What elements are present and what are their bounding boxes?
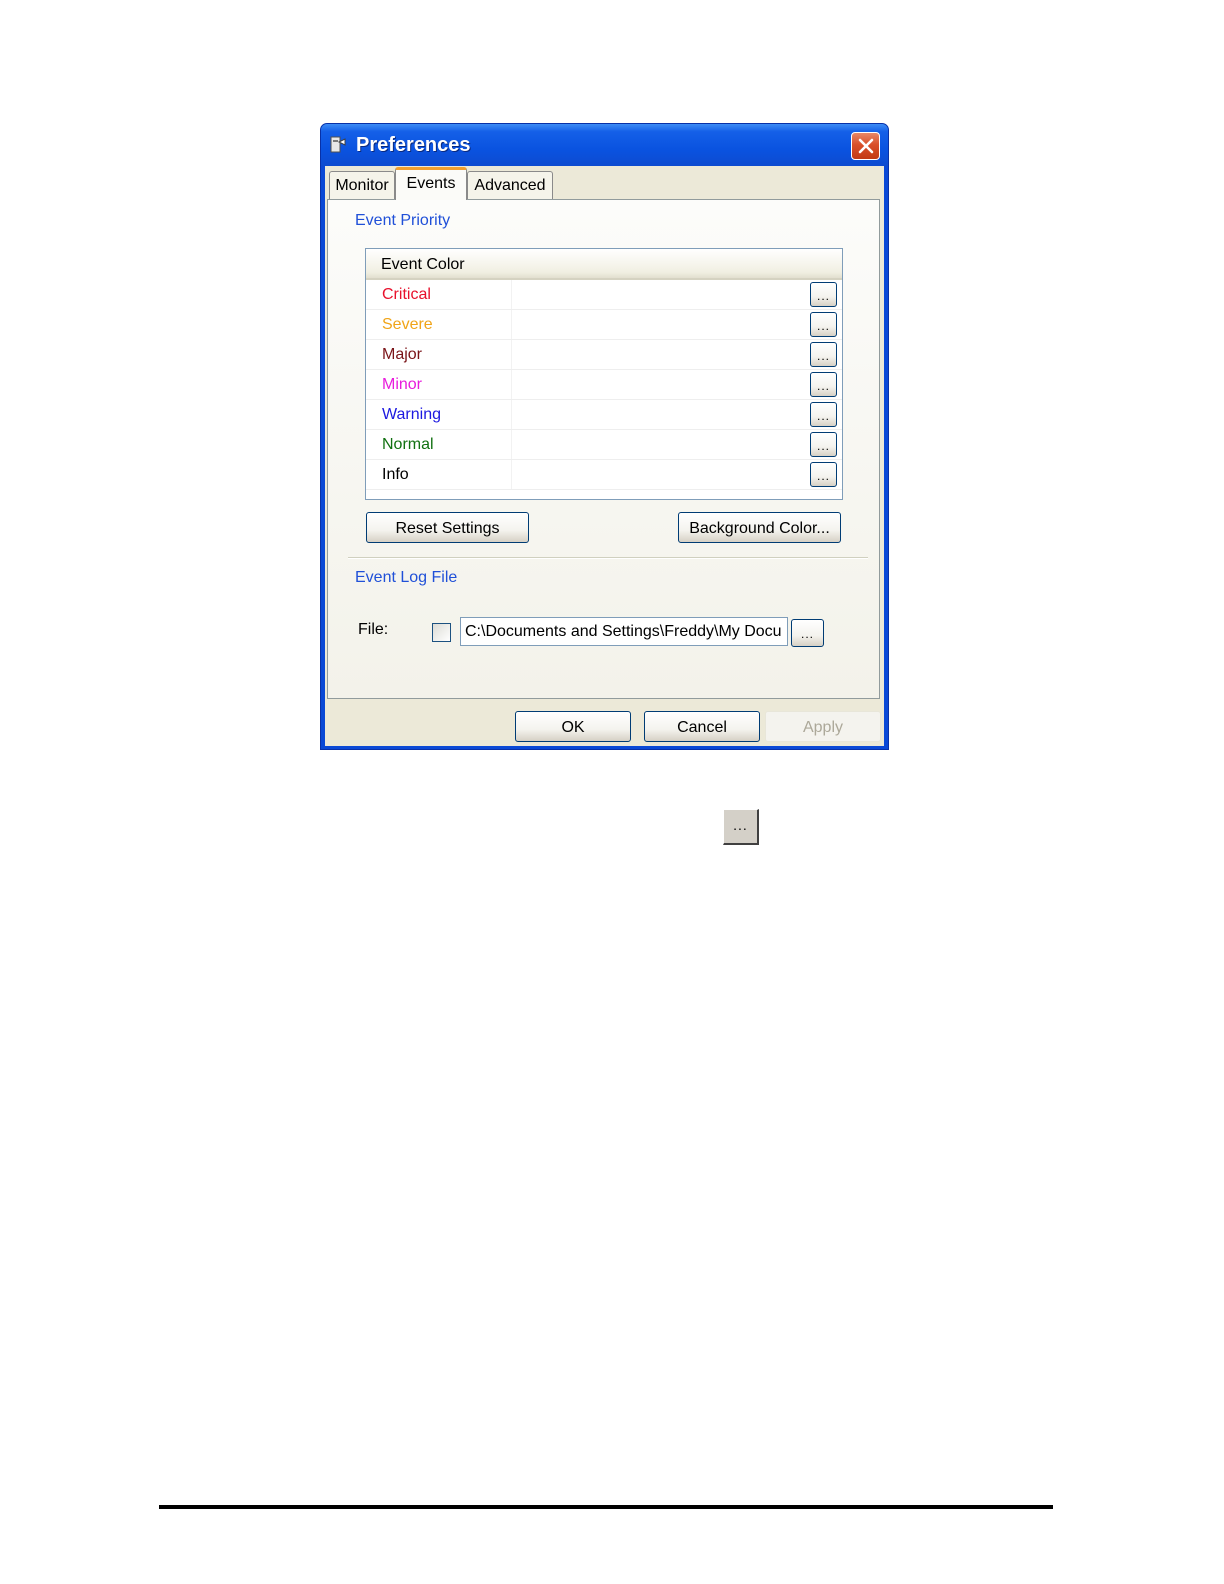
row-column-separator [511, 430, 512, 459]
event-row-warning[interactable]: Warning... [366, 400, 842, 430]
choose-color-button-major[interactable]: ... [810, 342, 837, 367]
choose-color-button-minor[interactable]: ... [810, 372, 837, 397]
event-row-minor[interactable]: Minor... [366, 370, 842, 400]
browse-log-file-button[interactable]: ... [791, 619, 824, 647]
row-column-separator [511, 310, 512, 339]
list-column-header[interactable]: Event Color [366, 249, 842, 280]
event-row-severe[interactable]: Severe... [366, 310, 842, 340]
title-bar[interactable]: Preferences [321, 124, 888, 166]
log-file-checkbox[interactable] [432, 623, 451, 642]
background-color-button[interactable]: Background Color... [678, 512, 841, 543]
preferences-app-icon [330, 136, 346, 153]
event-name: Severe [382, 316, 433, 333]
footer-rule [159, 1505, 1053, 1509]
close-icon [858, 138, 874, 154]
event-name: Warning [382, 406, 441, 423]
row-column-separator [511, 280, 512, 309]
event-name: Normal [382, 436, 434, 453]
row-column-separator [511, 460, 512, 489]
row-column-separator [511, 400, 512, 429]
choose-color-button-warning[interactable]: ... [810, 402, 837, 427]
event-name: Minor [382, 376, 423, 393]
event-name: Major [382, 346, 423, 363]
choose-color-button-info[interactable]: ... [810, 462, 837, 487]
file-label: File: [358, 621, 389, 638]
event-priority-label: Event Priority [355, 212, 451, 229]
event-name: Info [382, 466, 409, 483]
document-page: Preferences Monitor Events Advanced Even… [0, 0, 1224, 1584]
dialog-client-area: Monitor Events Advanced Event Priority E… [325, 166, 884, 746]
choose-color-button-normal[interactable]: ... [810, 432, 837, 457]
row-column-separator [511, 370, 512, 399]
reset-settings-button[interactable]: Reset Settings [366, 512, 529, 543]
log-file-path-input[interactable]: C:\Documents and Settings\Freddy\My Docu [460, 617, 788, 646]
tab-monitor[interactable]: Monitor [329, 171, 395, 199]
close-button[interactable] [851, 132, 880, 160]
events-tab-panel: Event Priority Event Color Critical... Se… [327, 199, 880, 699]
cancel-button[interactable]: Cancel [644, 711, 760, 742]
preferences-dialog: Preferences Monitor Events Advanced Even… [320, 123, 889, 750]
event-row-normal[interactable]: Normal... [366, 430, 842, 460]
event-name: Critical [382, 286, 431, 303]
ellipsis-button-example[interactable]: ... [723, 809, 759, 845]
column-header-event-color: Event Color [381, 256, 465, 273]
apply-button[interactable]: Apply [765, 711, 881, 742]
event-row-critical[interactable]: Critical... [366, 280, 842, 310]
choose-color-button-critical[interactable]: ... [810, 282, 837, 307]
tab-advanced[interactable]: Advanced [467, 171, 553, 199]
event-row-major[interactable]: Major... [366, 340, 842, 370]
row-column-separator [511, 340, 512, 369]
event-log-file-label: Event Log File [355, 569, 458, 586]
tab-events[interactable]: Events [395, 167, 467, 200]
section-divider [348, 557, 868, 559]
window-title: Preferences [356, 134, 471, 156]
event-color-list: Event Color Critical... Severe... Major...… [365, 248, 843, 500]
event-row-info[interactable]: Info... [366, 460, 842, 490]
ok-button[interactable]: OK [515, 711, 631, 742]
choose-color-button-severe[interactable]: ... [810, 312, 837, 337]
